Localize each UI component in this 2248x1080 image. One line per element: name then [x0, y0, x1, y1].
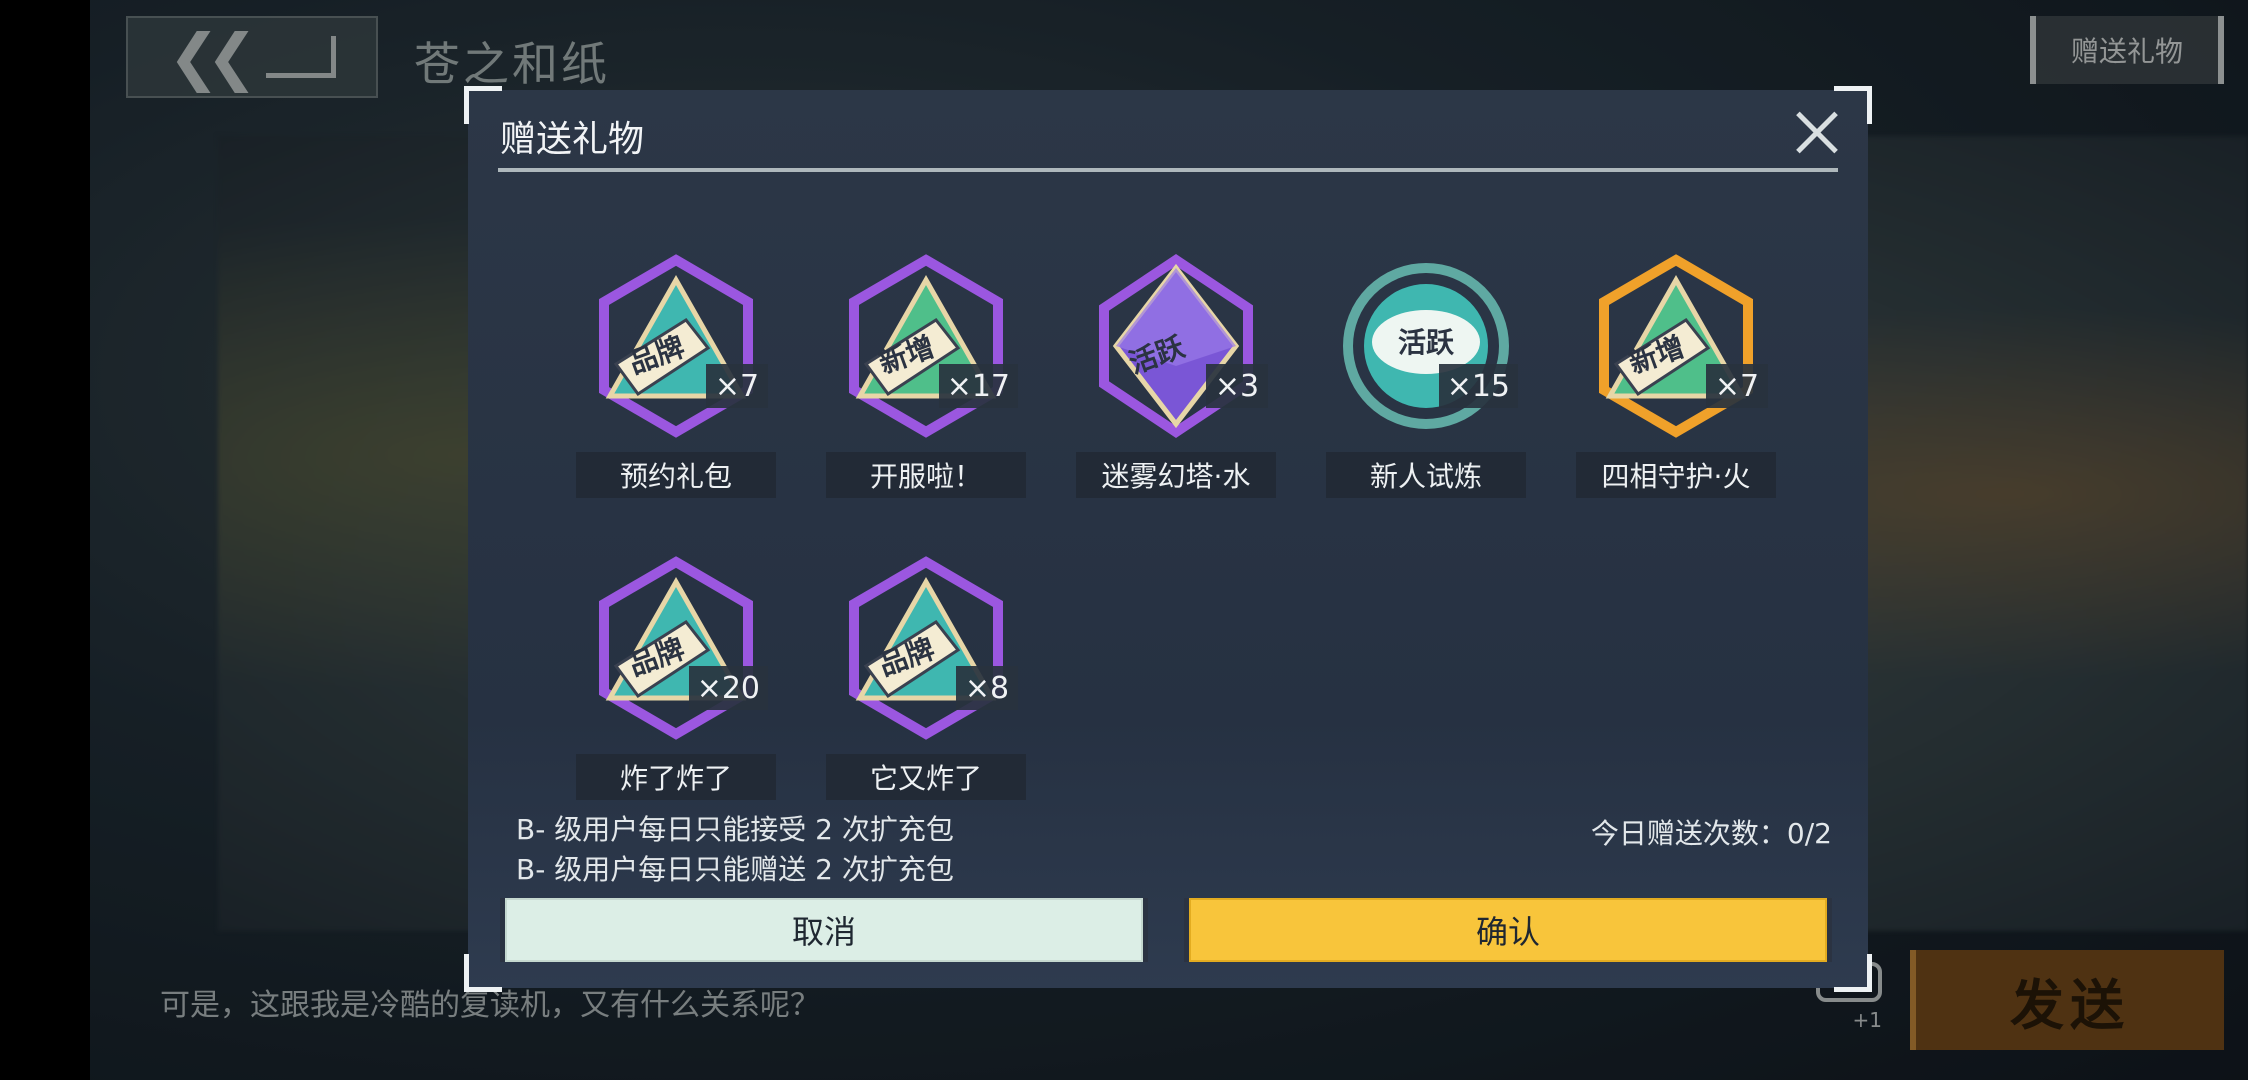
- gift-card[interactable]: 品牌 ×8 它又炸了: [826, 548, 1026, 806]
- receive-limit-text: B- 级用户每日只能接受 2 次扩充包: [516, 813, 954, 846]
- corner-bracket: [464, 86, 502, 124]
- gift-card[interactable]: 活跃 ×3 迷雾幻塔·水: [1076, 246, 1276, 504]
- cancel-button[interactable]: 取消: [500, 898, 1148, 962]
- gift-pack-icon: 活跃: [1099, 253, 1253, 439]
- gift-pack-icon: 活跃: [1343, 263, 1509, 429]
- confirm-button[interactable]: 确认: [1184, 898, 1832, 962]
- gift-name: 炸了炸了: [576, 754, 776, 800]
- gift-name: 迷雾幻塔·水: [1076, 452, 1276, 498]
- gift-count-badge: ×17: [938, 364, 1018, 408]
- daily-send-count: 今日赠送次数：0/2: [1590, 817, 1832, 850]
- gift-count-badge: ×20: [688, 666, 768, 710]
- gift-pack-icon: 新增: [849, 254, 1003, 438]
- gift-count-badge: ×7: [1706, 364, 1768, 408]
- gift-name: 新人试炼: [1326, 452, 1526, 498]
- close-icon[interactable]: [1788, 106, 1842, 160]
- gift-card[interactable]: 品牌 ×20 炸了炸了: [576, 548, 776, 806]
- send-limit-text: B- 级用户每日只能赠送 2 次扩充包: [516, 853, 954, 886]
- corner-bracket: [1834, 954, 1872, 992]
- gift-pack-icon: 品牌: [849, 556, 1003, 740]
- corner-bracket: [464, 954, 502, 992]
- gift-count-badge: ×7: [706, 364, 768, 408]
- gift-card[interactable]: 品牌 ×7 预约礼包: [576, 246, 776, 504]
- gift-name: 开服啦！: [826, 452, 1026, 498]
- gift-card[interactable]: 新增 ×7 四相守护·火: [1576, 246, 1776, 504]
- gift-name: 预约礼包: [576, 452, 776, 498]
- gift-dialog: 赠送礼物 品牌 ×7 预约礼包 新增 ×17 开服啦！ 活跃 ×3 迷雾幻塔·水 活跃 ×15 新人试…: [464, 86, 1872, 992]
- title-divider: [498, 168, 1838, 172]
- gift-name: 四相守护·火: [1576, 452, 1776, 498]
- dialog-title: 赠送礼物: [500, 119, 645, 160]
- gift-pack-icon: 品牌: [599, 254, 753, 438]
- gift-name: 它又炸了: [826, 754, 1026, 800]
- gift-count-badge: ×8: [956, 666, 1018, 710]
- gift-count-badge: ×3: [1206, 364, 1268, 408]
- gift-card[interactable]: 新增 ×17 开服啦！: [826, 246, 1026, 504]
- gift-tag: 活跃: [1398, 326, 1455, 359]
- gift-pack-icon: 品牌: [599, 556, 753, 740]
- gift-pack-icon: 新增: [1599, 254, 1753, 438]
- gift-card[interactable]: 活跃 ×15 新人试炼: [1326, 246, 1526, 504]
- gift-count-badge: ×15: [1438, 364, 1518, 408]
